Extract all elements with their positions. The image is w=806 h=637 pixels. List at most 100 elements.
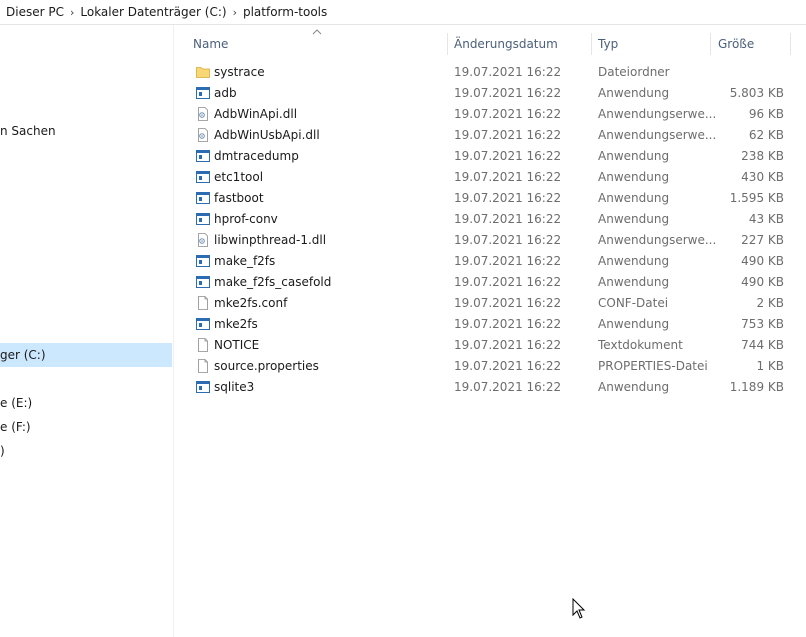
breadcrumb: Dieser PC › Lokaler Datenträger (C:) › platf… xyxy=(0,0,806,25)
file-type: Anwendung xyxy=(598,275,670,289)
file-size: 430 KB xyxy=(741,170,784,184)
file-size xyxy=(694,62,784,83)
application-icon xyxy=(196,212,210,226)
file-type: Textdokument xyxy=(598,338,683,352)
application-icon xyxy=(196,254,210,268)
nav-item-label: e (F:) xyxy=(0,420,31,434)
breadcrumb-item[interactable]: Lokaler Datenträger (C:) xyxy=(76,5,230,19)
file-type: Anwendung xyxy=(598,212,670,226)
file-type: Anwendung xyxy=(598,170,670,184)
file-date: 19.07.2021 16:22 xyxy=(454,191,562,205)
file-name: AdbWinApi.dll xyxy=(214,107,298,121)
file-row[interactable]: hprof-conv 19.07.2021 16:22 Anwendung 43 KB xyxy=(188,209,788,230)
file-row[interactable]: adb 19.07.2021 16:22 Anwendung 5.803 KB xyxy=(188,83,788,104)
nav-item[interactable]: e (F:) xyxy=(0,415,172,439)
application-icon xyxy=(196,170,210,184)
nav-item[interactable]: ) xyxy=(0,439,172,463)
column-header-name[interactable]: Name xyxy=(193,37,228,51)
file-row[interactable]: libwinpthread-1.dll 19.07.2021 16:22 Anwen… xyxy=(188,230,788,251)
file-date: 19.07.2021 16:22 xyxy=(454,338,562,352)
file-size: 744 KB xyxy=(741,338,784,352)
mouse-pointer-icon xyxy=(572,598,586,619)
file-size: 1.595 KB xyxy=(729,191,784,205)
file-date: 19.07.2021 16:22 xyxy=(454,380,562,394)
file-row[interactable]: make_f2fs_casefold 19.07.2021 16:22 Anwend… xyxy=(188,272,788,293)
file-row[interactable]: source.properties 19.07.2021 16:22 PROPERT… xyxy=(188,356,788,377)
file-name: make_f2fs_casefold xyxy=(214,275,332,289)
column-header-date[interactable]: Änderungsdatum xyxy=(454,37,558,51)
file-date: 19.07.2021 16:22 xyxy=(454,275,562,289)
file-name: mke2fs.conf xyxy=(214,296,288,310)
file-size: 238 KB xyxy=(741,149,784,163)
dll-icon xyxy=(196,128,210,142)
sort-ascending-icon xyxy=(312,29,322,35)
breadcrumb-item[interactable]: platform-tools xyxy=(239,5,331,19)
nav-item-label: e (E:) xyxy=(0,396,33,410)
file-size: 1.189 KB xyxy=(729,380,784,394)
application-icon xyxy=(196,380,210,394)
file-name: mke2fs xyxy=(214,317,258,331)
file-type: Anwendung xyxy=(598,149,670,163)
nav-item[interactable]: e (E:) xyxy=(0,391,172,415)
file-row[interactable]: mke2fs 19.07.2021 16:22 Anwendung 753 KB xyxy=(188,314,788,335)
file-row[interactable]: NOTICE 19.07.2021 16:22 Textdokument 744 KB xyxy=(188,335,788,356)
file-type: Anwendung xyxy=(598,191,670,205)
file-date: 19.07.2021 16:22 xyxy=(454,107,562,121)
file-date: 19.07.2021 16:22 xyxy=(454,233,562,247)
file-size: 753 KB xyxy=(741,317,784,331)
file-date: 19.07.2021 16:22 xyxy=(454,149,562,163)
dll-icon xyxy=(196,233,210,247)
file-date: 19.07.2021 16:22 xyxy=(454,65,562,79)
column-header-row: Name Änderungsdatum Typ Größe xyxy=(188,25,798,62)
application-icon xyxy=(196,275,210,289)
dll-icon xyxy=(196,107,210,121)
file-size: 2 KB xyxy=(756,296,784,310)
file-row[interactable]: make_f2fs 19.07.2021 16:22 Anwendung 490 KB xyxy=(188,251,788,272)
file-type: CONF-Datei xyxy=(598,296,669,310)
file-type: Anwendung xyxy=(598,254,670,268)
navigation-pane: n Sachen ger (C:) e (E:) e (F:)) xyxy=(0,25,174,637)
nav-item[interactable]: ger (C:) xyxy=(0,343,172,367)
file-name: dmtracedump xyxy=(214,149,299,163)
file-date: 19.07.2021 16:22 xyxy=(454,296,562,310)
file-row[interactable]: AdbWinApi.dll 19.07.2021 16:22 Anwendungse… xyxy=(188,104,788,125)
file-name: hprof-conv xyxy=(214,212,278,226)
breadcrumb-item[interactable]: Dieser PC xyxy=(0,5,68,19)
file-size: 43 KB xyxy=(748,212,784,226)
file-row[interactable]: sqlite3 19.07.2021 16:22 Anwendung 1.189 KB xyxy=(188,377,788,398)
file-name: systrace xyxy=(214,65,265,79)
nav-item-label: ger (C:) xyxy=(0,348,46,362)
column-divider[interactable] xyxy=(591,33,592,55)
column-divider[interactable] xyxy=(790,33,791,55)
file-size: 490 KB xyxy=(741,275,784,289)
application-icon xyxy=(196,317,210,331)
breadcrumb-chevron-icon[interactable]: › xyxy=(68,6,76,19)
column-divider[interactable] xyxy=(710,33,711,55)
file-name: source.properties xyxy=(214,359,319,373)
breadcrumb-chevron-icon[interactable]: › xyxy=(231,6,239,19)
document-icon xyxy=(196,296,210,310)
file-name: libwinpthread-1.dll xyxy=(214,233,327,247)
file-name: fastboot xyxy=(214,191,264,205)
file-date: 19.07.2021 16:22 xyxy=(454,254,562,268)
file-row[interactable]: etc1tool 19.07.2021 16:22 Anwendung 430 KB xyxy=(188,167,788,188)
file-name: NOTICE xyxy=(214,338,260,352)
file-list: Name Änderungsdatum Typ Größe systrace 19… xyxy=(188,25,806,637)
file-date: 19.07.2021 16:22 xyxy=(454,170,562,184)
file-row[interactable]: mke2fs.conf 19.07.2021 16:22 CONF-Datei 2 K… xyxy=(188,293,788,314)
file-row[interactable]: systrace 19.07.2021 16:22 Dateiordner xyxy=(188,62,788,83)
file-row[interactable]: dmtracedump 19.07.2021 16:22 Anwendung 238 … xyxy=(188,146,788,167)
file-type: PROPERTIES-Datei xyxy=(598,359,708,373)
column-header-type[interactable]: Typ xyxy=(598,37,618,51)
column-header-size[interactable]: Größe xyxy=(718,37,754,51)
nav-item[interactable]: n Sachen xyxy=(0,119,172,143)
column-divider[interactable] xyxy=(447,33,448,55)
file-size: 5.803 KB xyxy=(729,86,784,100)
file-name: etc1tool xyxy=(214,170,264,184)
file-size: 96 KB xyxy=(748,107,784,121)
file-name: adb xyxy=(214,86,237,100)
file-type: Anwendung xyxy=(598,86,670,100)
file-row[interactable]: fastboot 19.07.2021 16:22 Anwendung 1.595 K… xyxy=(188,188,788,209)
file-row[interactable]: AdbWinUsbApi.dll 19.07.2021 16:22 Anwendun… xyxy=(188,125,788,146)
file-date: 19.07.2021 16:22 xyxy=(454,359,562,373)
